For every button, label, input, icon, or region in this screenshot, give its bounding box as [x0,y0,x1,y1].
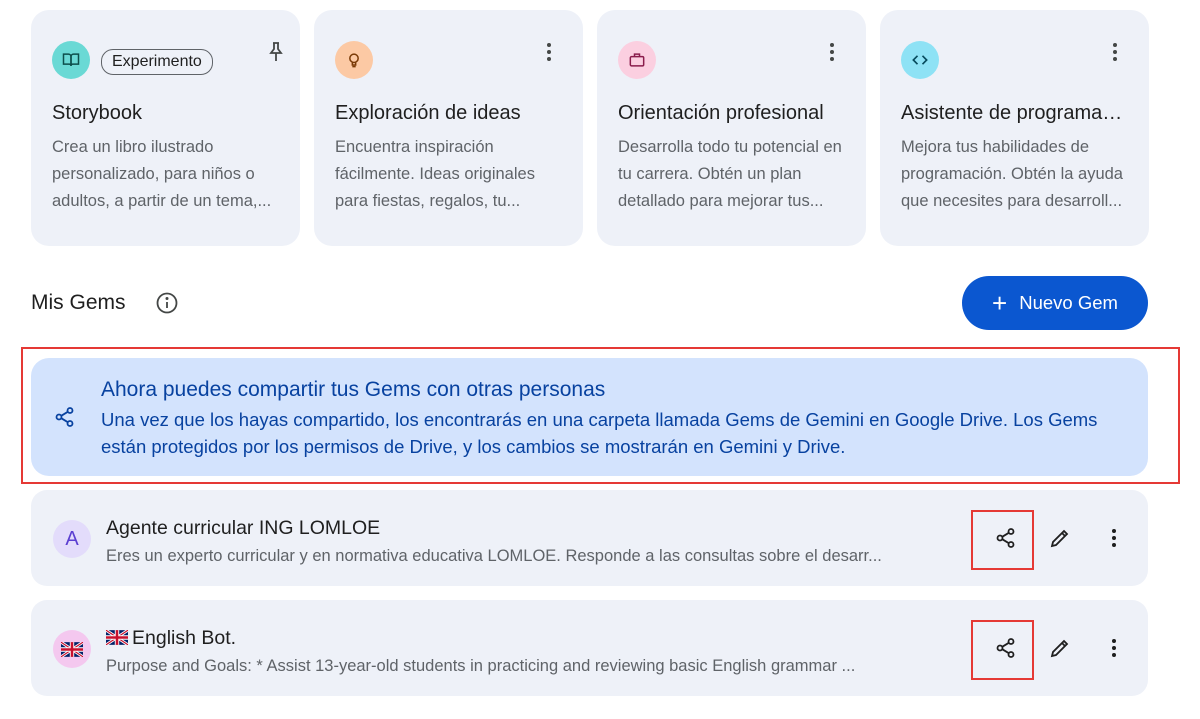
uk-flag-icon [53,630,91,668]
card-title: Exploración de ideas [335,102,521,124]
card-description: Encuentra inspiración fácilmente. Ideas … [335,138,535,210]
more-vert-icon[interactable] [1102,636,1126,660]
new-gem-button[interactable]: + Nuevo Gem [962,276,1148,330]
gem-name: English Bot. [106,627,236,650]
banner-title: Ahora puedes compartir tus Gems con otra… [101,378,606,401]
card-title: Orientación profesional [618,102,824,124]
code-icon [901,41,939,79]
share-info-banner: Ahora puedes compartir tus Gems con otra… [31,358,1148,476]
more-vert-icon[interactable] [1103,40,1127,64]
gem-description: Eres un experto curricular y en normativ… [106,547,882,565]
uk-flag-icon [106,630,128,645]
card-title: Storybook [52,102,143,124]
gem-description: Purpose and Goals: * Assist 13-year-old … [106,657,856,675]
lightbulb-icon [335,41,373,79]
highlight-box [971,510,1034,570]
more-vert-icon[interactable] [537,40,561,64]
card-description: Crea un libro ilustrado personalizado, p… [52,138,272,210]
info-icon[interactable] [155,291,179,315]
more-vert-icon[interactable] [1102,526,1126,550]
gem-card-ideas[interactable]: Exploración de ideas Encuentra inspiraci… [314,10,583,246]
card-title: Asistente de programación [901,102,1131,124]
gem-name: Agente curricular ING LOMLOE [106,517,381,539]
highlight-box [971,620,1034,680]
edit-icon[interactable] [1048,526,1072,550]
avatar: A [53,520,91,558]
gem-card-career[interactable]: Orientación profesional Desarrolla todo … [597,10,866,246]
section-title: Mis Gems [31,291,126,314]
share-icon [53,405,77,429]
book-icon [52,41,90,79]
more-vert-icon[interactable] [820,40,844,64]
gem-card-coding[interactable]: Asistente de programación Mejora tus hab… [880,10,1149,246]
briefcase-icon [618,41,656,79]
gem-card-storybook[interactable]: Experimento Storybook Crea un libro ilus… [31,10,300,246]
experiment-badge: Experimento [101,49,213,75]
edit-icon[interactable] [1048,636,1072,660]
featured-gems: Experimento Storybook Crea un libro ilus… [31,10,1149,246]
banner-text: Una vez que los hayas compartido, los en… [101,409,1098,457]
card-description: Desarrolla todo tu potencial en tu carre… [618,138,842,210]
my-gems-header: Mis Gems + Nuevo Gem [31,276,1148,330]
gem-name-label: English Bot. [132,627,237,649]
card-description: Mejora tus habilidades de programación. … [901,138,1123,210]
new-gem-label: Nuevo Gem [1019,292,1118,313]
pin-icon[interactable] [264,40,288,64]
plus-icon: + [992,288,1008,318]
